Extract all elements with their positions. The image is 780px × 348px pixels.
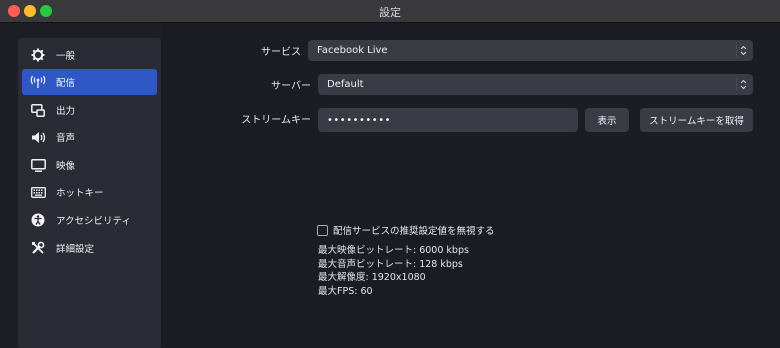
window-title: 設定	[379, 6, 401, 19]
monitor-icon	[28, 155, 48, 175]
sidebar-item-general[interactable]: 一般	[22, 42, 157, 68]
max-resolution: 最大解像度: 1920x1080	[318, 272, 426, 283]
sidebar-item-accessibility[interactable]: アクセシビリティ	[22, 207, 157, 233]
updown-arrows-icon	[736, 44, 749, 57]
sidebar-item-video[interactable]: 映像	[22, 152, 157, 178]
service-select-value: Facebook Live	[317, 45, 388, 56]
stream-key-input[interactable]: ••••••••••	[318, 108, 578, 132]
sidebar-item-advanced[interactable]: 詳細設定	[22, 235, 157, 261]
max-video-bitrate: 最大映像ビットレート: 6000 kbps	[318, 245, 469, 256]
keyboard-icon	[28, 182, 48, 202]
stream-settings-panel: サービス Facebook Live サーバー Default ストリームキー …	[161, 23, 780, 348]
settings-window: 設定 一般 配信 出力 音声 映像 ホットキー アクセシビリティ 詳細設定 サー…	[0, 0, 780, 348]
sidebar-item-label: 配信	[56, 78, 76, 89]
sidebar-item-hotkeys[interactable]: ホットキー	[22, 179, 157, 205]
server-select-value: Default	[327, 79, 364, 90]
sidebar-item-stream[interactable]: 配信	[22, 69, 157, 95]
ignore-recommended-checkbox[interactable]	[317, 224, 328, 236]
tools-icon	[28, 238, 48, 258]
settings-sidebar: 一般 配信 出力 音声 映像 ホットキー アクセシビリティ 詳細設定	[18, 38, 161, 348]
service-select[interactable]: Facebook Live	[308, 40, 753, 61]
speaker-icon	[28, 127, 48, 147]
stream-key-value: ••••••••••	[327, 114, 391, 126]
sidebar-item-label: 音声	[56, 133, 76, 144]
get-stream-key-button[interactable]: ストリームキーを取得	[640, 108, 753, 132]
sidebar-item-label: 出力	[56, 106, 76, 117]
title-bar: 設定	[0, 0, 780, 23]
accessibility-icon	[28, 210, 48, 230]
max-fps: 最大FPS: 60	[318, 285, 373, 297]
antenna-icon	[28, 72, 48, 92]
service-label: サービス	[261, 47, 301, 58]
sidebar-item-output[interactable]: 出力	[22, 97, 157, 123]
ignore-recommended-label: 配信サービスの推奨設定値を無視する	[333, 226, 495, 237]
max-audio-bitrate: 最大音声ビットレート: 128 kbps	[318, 258, 463, 270]
gear-icon	[28, 45, 48, 65]
updown-arrows-icon	[736, 78, 749, 91]
sidebar-item-label: 詳細設定	[56, 244, 95, 255]
sidebar-item-label: 映像	[56, 161, 76, 172]
sidebar-item-label: アクセシビリティ	[56, 216, 131, 227]
ignore-recommended-row[interactable]: 配信サービスの推奨設定値を無視する	[317, 223, 495, 237]
output-icon	[28, 100, 48, 120]
sidebar-item-audio[interactable]: 音声	[22, 124, 157, 150]
server-label: サーバー	[271, 81, 311, 92]
sidebar-item-label: ホットキー	[56, 188, 104, 199]
stream-key-label: ストリームキー	[241, 115, 311, 126]
server-select[interactable]: Default	[318, 74, 753, 95]
sidebar-item-label: 一般	[56, 51, 76, 62]
show-key-button[interactable]: 表示	[585, 108, 629, 132]
stream-limits-info: 最大映像ビットレート: 6000 kbps 最大音声ビットレート: 128 kb…	[318, 244, 469, 298]
